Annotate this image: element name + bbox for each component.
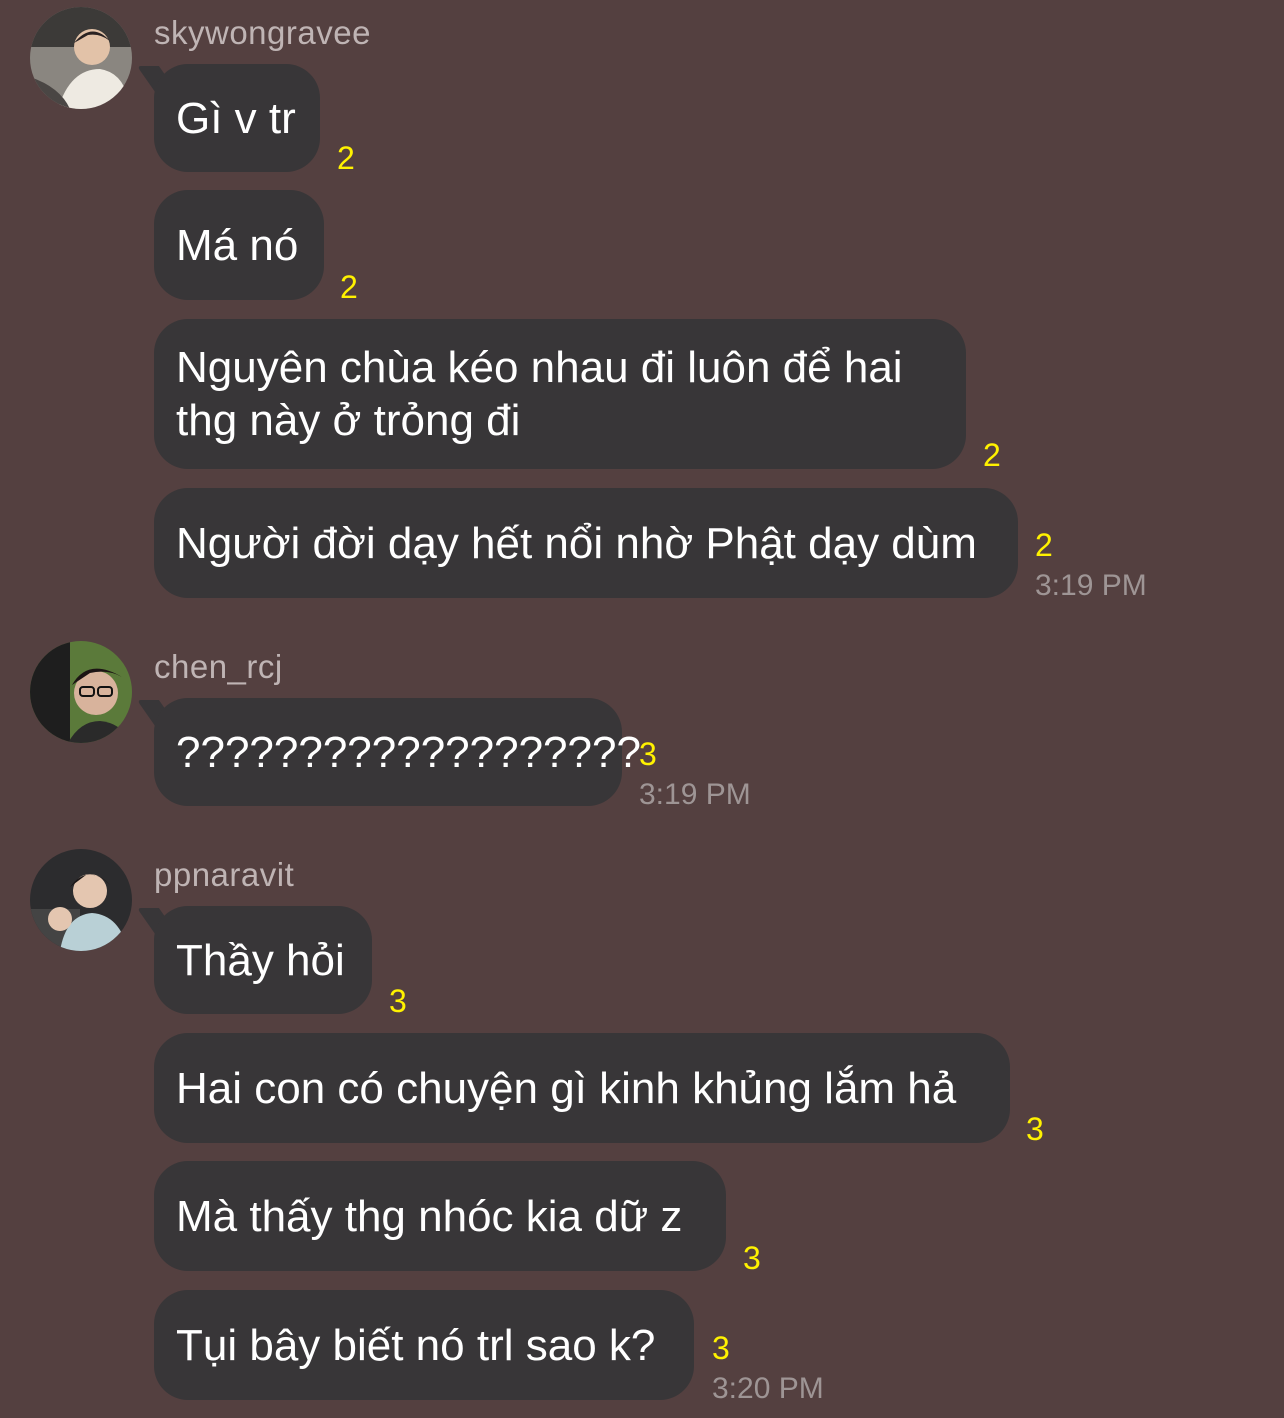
message-bubble[interactable]: Má nó: [154, 190, 324, 300]
read-count: 3: [1026, 1111, 1044, 1147]
message-bubble[interactable]: Mà thấy thg nhóc kia dữ z: [154, 1161, 726, 1271]
message-bubble[interactable]: Gì v tr: [154, 64, 320, 172]
message-bubble[interactable]: Tụi bây biết nó trl sao k?: [154, 1290, 694, 1400]
read-count: 3: [389, 983, 407, 1019]
avatar-chen-rcj[interactable]: [30, 641, 132, 743]
avatar-ppnaravit[interactable]: [30, 849, 132, 951]
sender-name: chen_rcj: [154, 648, 283, 685]
read-count: 2: [983, 437, 1001, 473]
message-bubble[interactable]: Nguyên chùa kéo nhau đi luôn để hai thg …: [154, 319, 966, 469]
message-bubble[interactable]: Người đời dạy hết nổi nhờ Phật dạy dùm: [154, 488, 1018, 598]
read-count: 2: [340, 269, 358, 305]
message-bubble[interactable]: ???????????????????: [154, 698, 641, 806]
avatar-skywongravee[interactable]: [30, 7, 132, 109]
read-count: 3: [712, 1330, 730, 1366]
message-text: Người đời dạy hết nổi nhờ Phật dạy dùm: [176, 518, 977, 568]
message-bubble[interactable]: Hai con có chuyện gì kinh khủng lắm hả: [154, 1033, 1010, 1143]
message-text: Mà thấy thg nhóc kia dữ z: [176, 1191, 683, 1241]
message-text: Tụi bây biết nó trl sao k?: [176, 1320, 656, 1370]
user-avatar-icon: [30, 849, 132, 951]
read-count: 2: [1035, 527, 1053, 563]
read-count: 2: [337, 140, 355, 176]
user-avatar-icon: [30, 7, 132, 109]
read-count: 3: [639, 736, 657, 772]
user-avatar-icon: [30, 641, 132, 743]
message-bubble[interactable]: Thầy hỏi: [154, 906, 372, 1014]
message-text: Má nó: [176, 220, 299, 270]
timestamp: 3:19 PM: [1035, 569, 1147, 602]
message-text: Gì v tr: [176, 93, 296, 143]
timestamp: 3:20 PM: [712, 1372, 824, 1405]
message-text: Nguyên chùa kéo nhau đi luôn để hai thg …: [176, 343, 903, 445]
timestamp: 3:19 PM: [639, 778, 751, 811]
sender-name: ppnaravit: [154, 856, 295, 893]
message-text: ???????????????????: [176, 727, 641, 777]
read-count: 3: [743, 1240, 761, 1276]
message-text: Hai con có chuyện gì kinh khủng lắm hả: [176, 1063, 957, 1113]
message-text: Thầy hỏi: [176, 935, 345, 985]
sender-name: skywongravee: [154, 14, 371, 51]
